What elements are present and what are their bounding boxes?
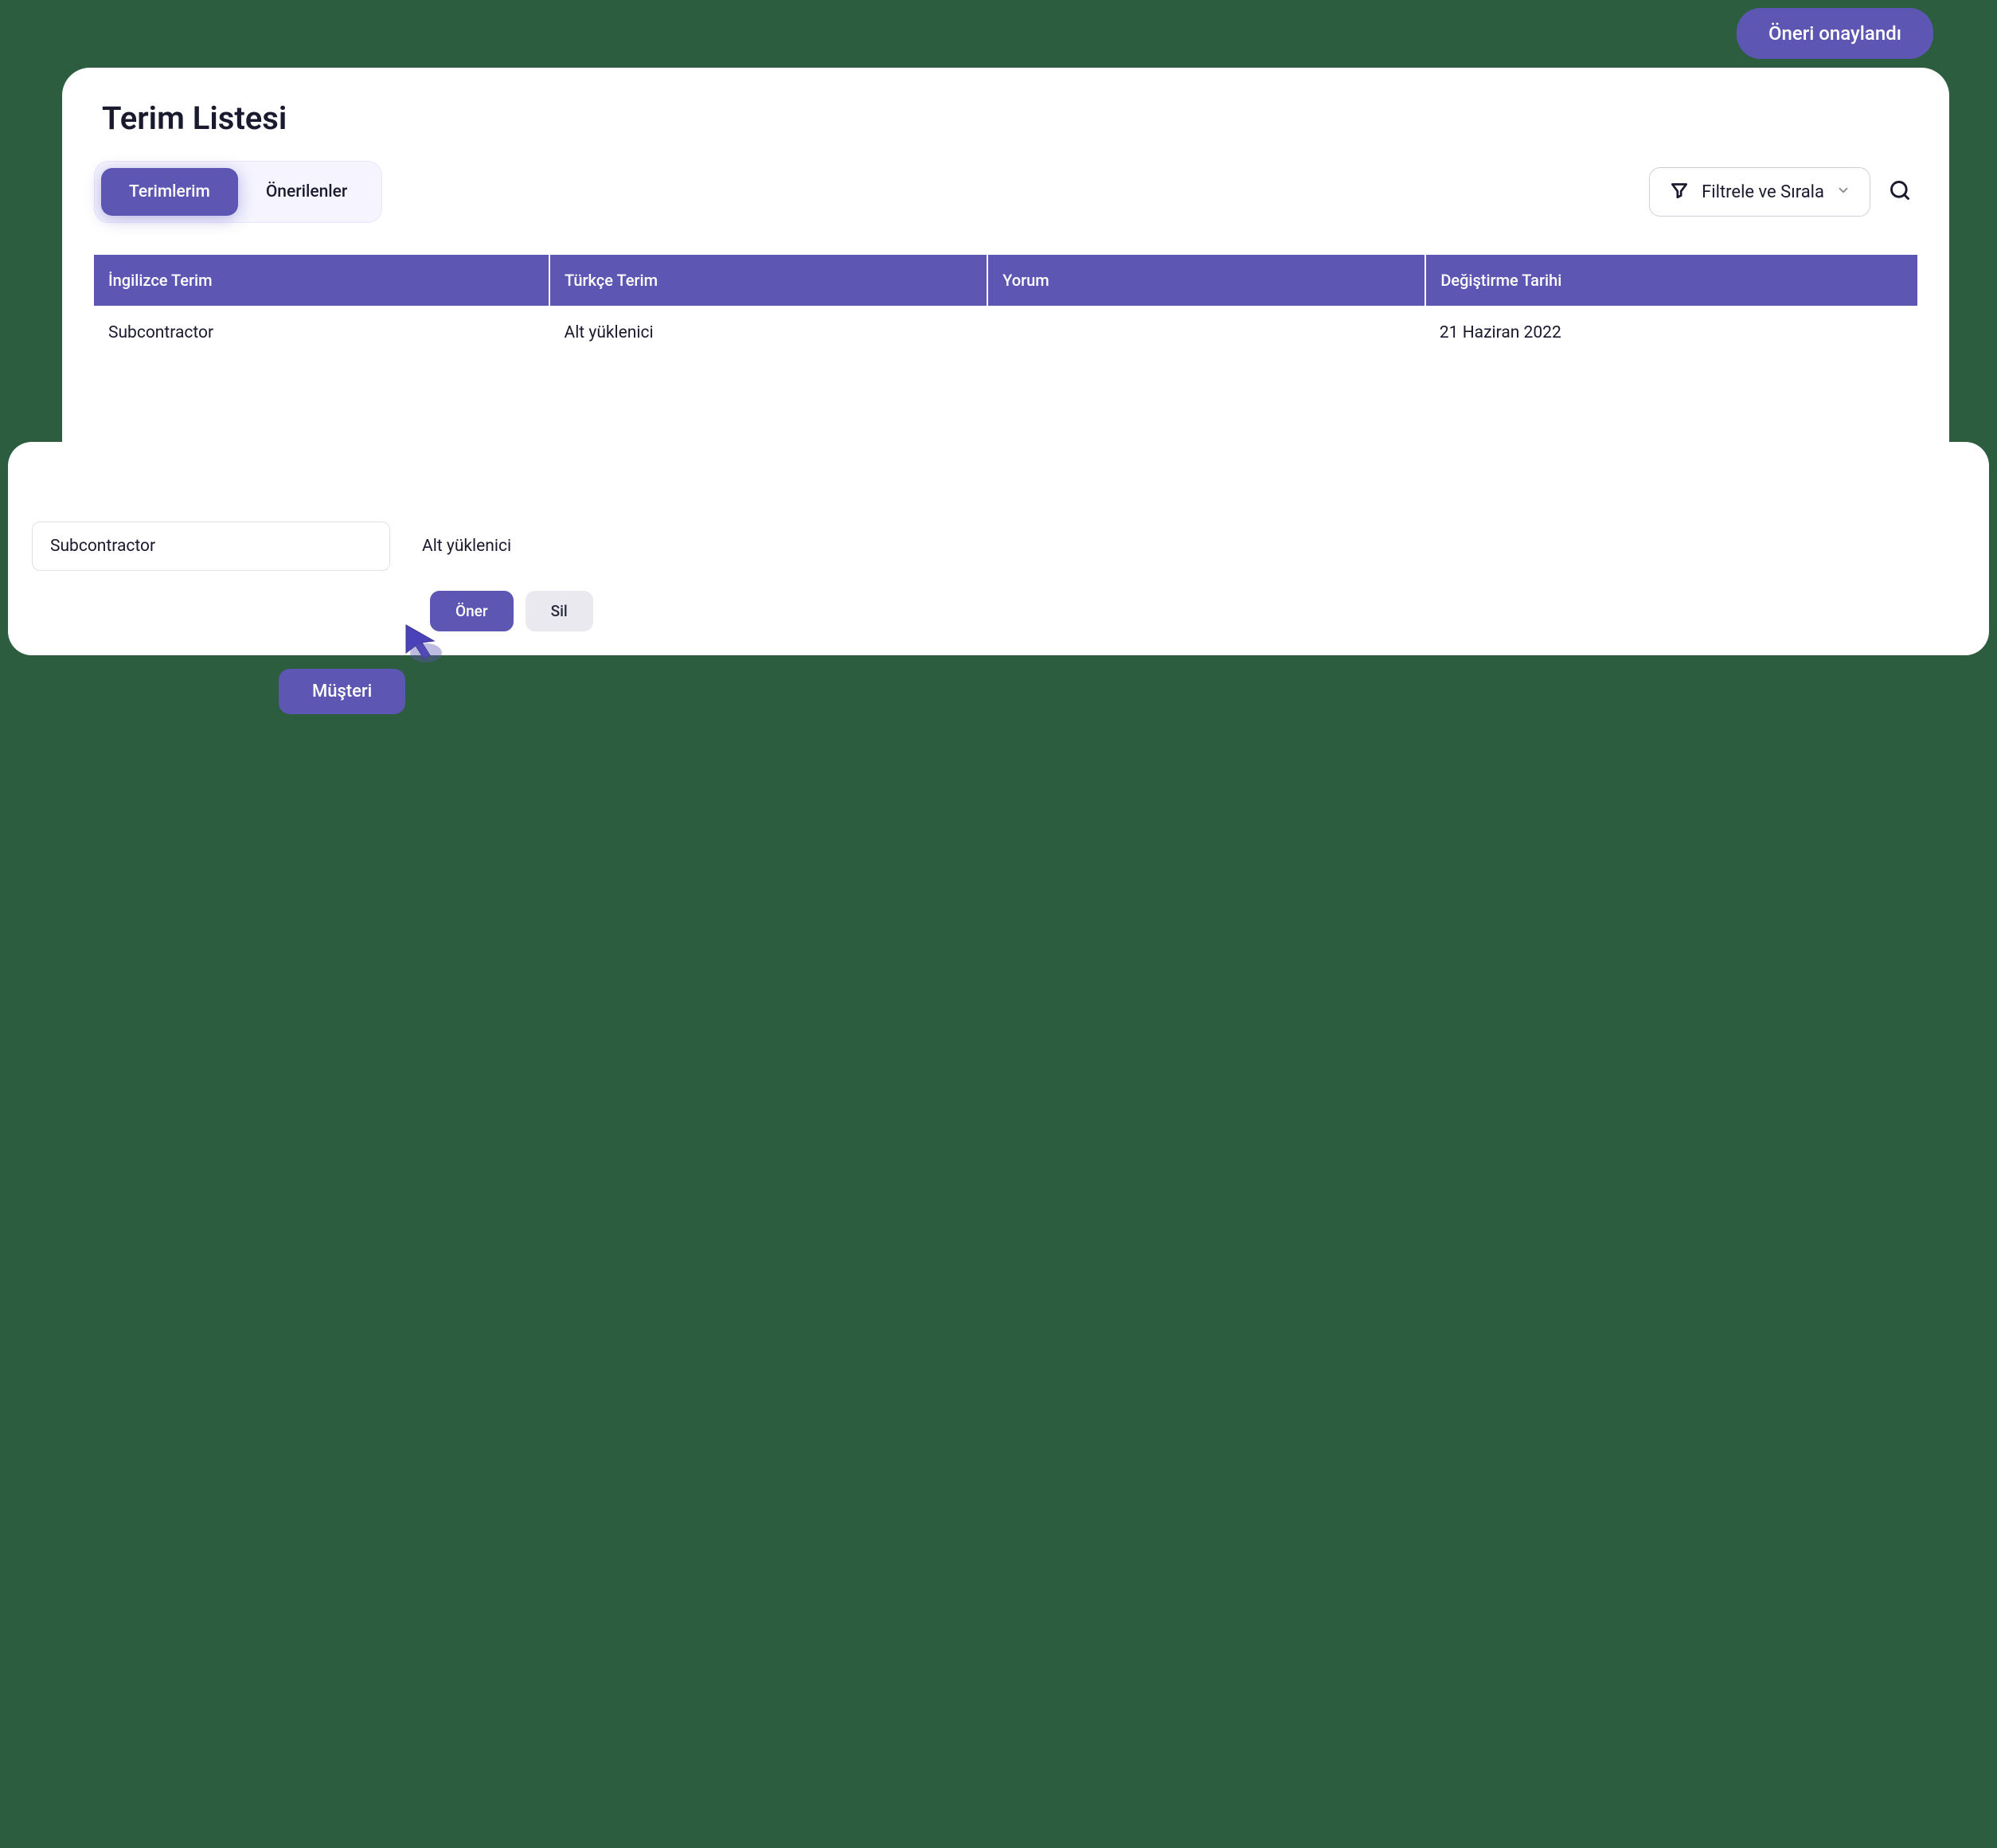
- cell-turkish: Alt yüklenici: [550, 306, 987, 360]
- header-comment: Yorum: [988, 255, 1424, 306]
- right-controls: Filtrele ve Sırala: [1649, 167, 1917, 217]
- delete-button[interactable]: Sil: [526, 591, 593, 631]
- controls-row: Terimlerim Önerilenler Filtrele ve Sıral…: [94, 161, 1917, 223]
- filter-label: Filtrele ve Sırala: [1702, 182, 1824, 202]
- page-title: Terim Listesi: [102, 100, 1917, 137]
- chevron-down-icon: [1836, 182, 1850, 202]
- button-label: Öner: [455, 602, 488, 620]
- filter-sort-dropdown[interactable]: Filtrele ve Sırala: [1649, 167, 1870, 217]
- button-row: Öner Sil: [430, 591, 1965, 631]
- search-icon: [1889, 189, 1911, 205]
- button-label: Sil: [551, 602, 568, 620]
- cell-comment: [987, 306, 1424, 360]
- cursor-pointer-icon: [398, 617, 446, 665]
- header-date: Değiştirme Tarihi: [1426, 255, 1917, 306]
- target-term-text: Alt yüklenici: [422, 537, 511, 556]
- tab-suggested[interactable]: Önerilenler: [238, 168, 376, 216]
- user-role-badge: Müşteri: [279, 669, 405, 714]
- tabs-container: Terimlerim Önerilenler: [94, 161, 382, 223]
- bottom-panel: Alt yüklenici Öner Sil: [8, 442, 1989, 655]
- search-button[interactable]: [1882, 173, 1917, 211]
- toast-notification: Öneri onaylandı: [1737, 8, 1933, 59]
- cell-date: 21 Haziran 2022: [1425, 306, 1916, 360]
- terms-table: İngilizce Terim Türkçe Terim Yorum Değiş…: [94, 255, 1917, 360]
- header-turkish: Türkçe Terim: [550, 255, 987, 306]
- table-row[interactable]: Subcontractor Alt yüklenici 21 Haziran 2…: [94, 306, 1917, 360]
- filter-icon: [1669, 179, 1690, 205]
- source-term-input[interactable]: [32, 522, 390, 571]
- cell-english: Subcontractor: [94, 306, 549, 360]
- badge-label: Müşteri: [312, 682, 372, 701]
- tab-label: Terimlerim: [129, 182, 210, 201]
- cursor-label-group: Müşteri: [279, 669, 405, 714]
- input-row: Alt yüklenici: [32, 522, 1965, 571]
- table-header: İngilizce Terim Türkçe Terim Yorum Değiş…: [94, 255, 1917, 306]
- header-english: İngilizce Terim: [94, 255, 549, 306]
- tab-my-terms[interactable]: Terimlerim: [101, 168, 238, 216]
- tab-label: Önerilenler: [266, 182, 348, 201]
- toast-message: Öneri onaylandı: [1768, 22, 1901, 45]
